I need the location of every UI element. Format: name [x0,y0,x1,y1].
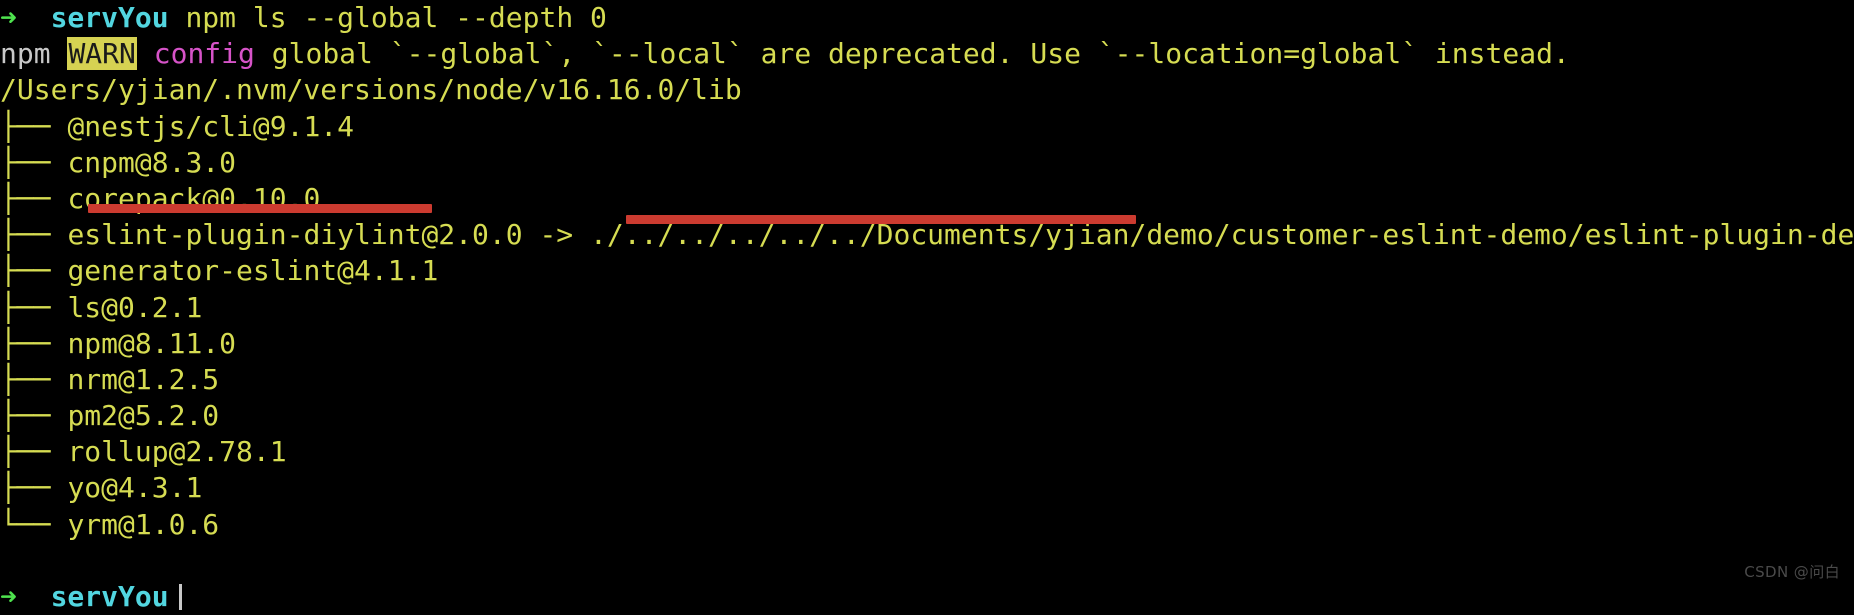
prompt-host: servYou [50,580,169,613]
package-name: generator-eslint@4.1.1 [67,254,439,288]
package-name: eslint-plugin-diylint@2.0.0 [67,218,523,252]
package-name: @nestjs/cli@9.1.4 [67,109,355,143]
tree-branch-icon: ├── [0,290,51,324]
command-text: npm ls --global --depth 0 [185,1,607,34]
tree-branch-icon: ├── [0,109,51,143]
tree-branch-icon: ├── [0,362,51,396]
global-root-path: /Users/yjian/.nvm/versions/node/v16.16.0… [0,73,742,107]
package-name: cnpm@8.3.0 [67,145,237,179]
tree-branch-icon: ├── [0,218,51,252]
package-name: yrm@1.0.6 [67,507,220,541]
package-row: ├── pm2@5.2.0 [0,398,1854,434]
package-row: ├── @nestjs/cli@9.1.4 [0,109,1854,145]
package-name: npm@8.11.0 [67,326,237,360]
command-line: ➜ servYou npm ls --global --depth 0 [0,0,1854,36]
tree-branch-icon: └── [0,507,51,541]
tree-branch-icon: ├── [0,145,51,179]
annotation-underline-package [88,204,432,213]
terminal-window[interactable]: ➜ servYou npm ls --global --depth 0 npm … [0,0,1854,613]
npm-prefix: npm [0,37,51,71]
tree-branch-icon: ├── [0,471,51,505]
tree-branch-icon: ├── [0,181,51,215]
package-row: ├── npm@8.11.0 [0,326,1854,362]
package-name: ls@0.2.1 [67,290,203,324]
prompt-host: servYou [50,1,169,34]
annotation-underline-path [626,215,1136,224]
package-row: └── yrm@1.0.6 [0,507,1854,543]
tree-branch-icon: ├── [0,399,51,433]
package-name: yo@4.3.1 [67,471,203,505]
watermark: CSDN @问白 [1744,563,1840,581]
package-name: pm2@5.2.0 [67,399,220,433]
package-row: ├── ls@0.2.1 [0,290,1854,326]
warning-message: `--global`, `--local` are deprecated. Us… [389,37,1570,71]
package-row: ├── rollup@2.78.1 [0,434,1854,470]
warning-scope: config [153,37,255,71]
package-row: ├── yo@4.3.1 [0,470,1854,506]
warning-key: global [271,37,373,71]
next-prompt-line[interactable]: ➜ servYou [0,579,1854,615]
prompt-arrow-icon: ➜ [0,1,17,34]
warning-line: npm WARN config global `--global`, `--lo… [0,36,1854,72]
package-row: ├── nrm@1.2.5 [0,362,1854,398]
package-name: rollup@2.78.1 [67,435,287,469]
prompt-arrow-icon: ➜ [0,580,17,613]
warn-badge: WARN [67,37,137,71]
package-row: ├── cnpm@8.3.0 [0,145,1854,181]
tree-branch-icon: ├── [0,435,51,469]
package-name: nrm@1.2.5 [67,362,220,396]
tree-branch-icon: ├── [0,326,51,360]
tree-branch-icon: ├── [0,254,51,288]
package-row: ├── generator-eslint@4.1.1 [0,253,1854,289]
